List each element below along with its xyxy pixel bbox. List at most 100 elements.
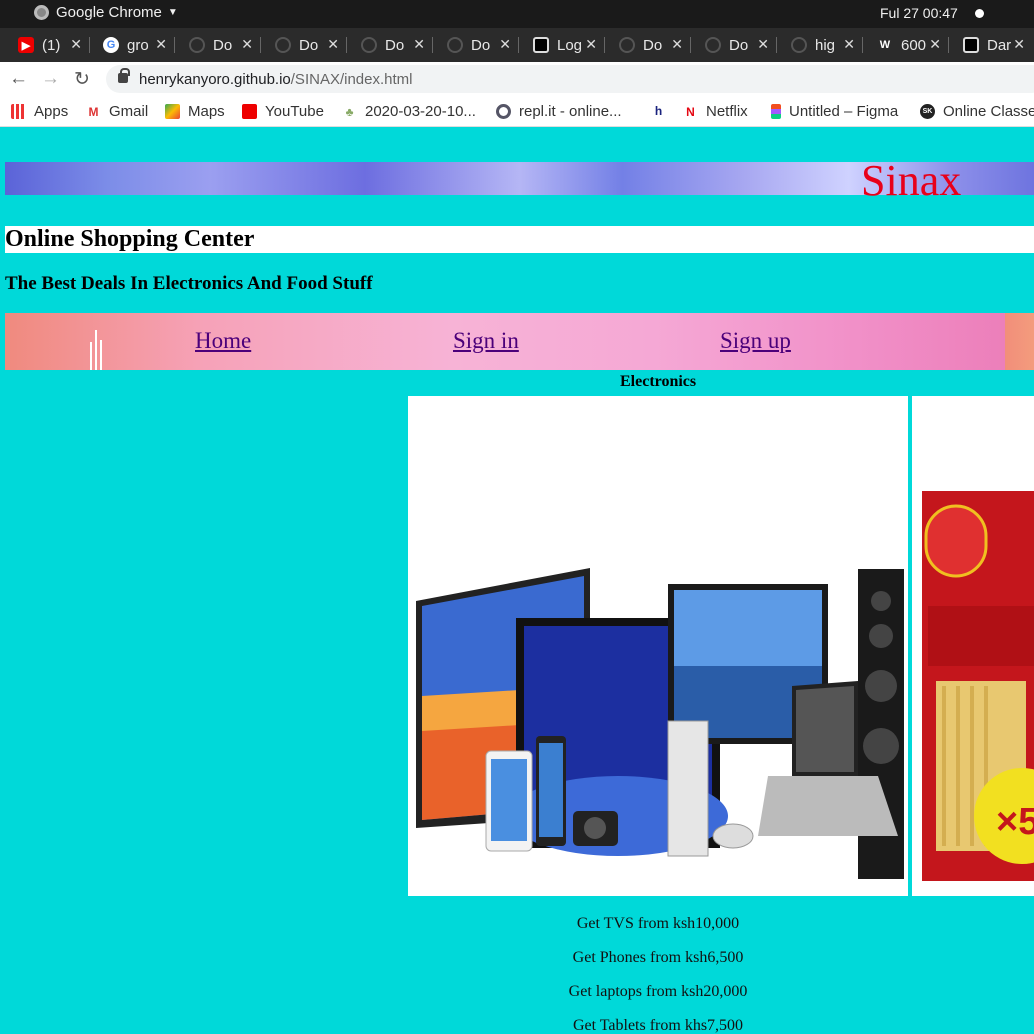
close-icon[interactable]: ✕ (585, 36, 597, 53)
tab-0[interactable]: ▶ (1) ✕ (18, 28, 90, 62)
sk-icon: SK (920, 104, 935, 119)
bookmark-maps[interactable]: Maps (165, 103, 225, 120)
url-path: /SINAX/index.html (290, 71, 413, 88)
heading-bar: Online Shopping Center (5, 226, 1034, 253)
tab-label: Log (557, 36, 583, 54)
close-icon[interactable]: ✕ (671, 36, 683, 53)
close-icon[interactable]: ✕ (413, 36, 425, 53)
bookmark-label: Maps (188, 103, 225, 120)
brand-banner: Sinax (5, 156, 1034, 205)
nav-link-home[interactable]: Home (195, 328, 251, 354)
repl-icon (496, 104, 511, 119)
github-icon (791, 37, 807, 53)
bookmark-apps[interactable]: Apps (11, 103, 68, 120)
bookmark-label: Netflix (706, 103, 748, 120)
active-app-menu[interactable]: Google Chrome ▼ (34, 4, 178, 21)
tab-6[interactable]: Log ✕ (533, 28, 605, 62)
apps-icon (11, 104, 26, 119)
tree-icon: ♣ (345, 104, 354, 119)
github-icon (275, 37, 291, 53)
tab-label: Do (213, 36, 233, 54)
nav-link-sign-up[interactable]: Sign up (720, 328, 791, 354)
forward-arrow-icon[interactable]: → (41, 68, 60, 90)
youtube-icon (242, 104, 257, 119)
bookmark-gmail[interactable]: M Gmail (86, 103, 149, 120)
tab-5[interactable]: Do ✕ (447, 28, 519, 62)
tab-2[interactable]: Do ✕ (189, 28, 261, 62)
gmail-icon: M (88, 104, 99, 119)
page-subheading: The Best Deals In Electronics And Food S… (5, 273, 373, 294)
page-heading: Online Shopping Center (5, 226, 255, 252)
chrome-icon (34, 5, 49, 20)
bookmark-netflix[interactable]: N Netflix (683, 103, 748, 120)
bookmark-label: Untitled – Figma (789, 103, 899, 120)
bookmark-figma[interactable]: Untitled – Figma (771, 103, 898, 120)
tab-7[interactable]: Do ✕ (619, 28, 691, 62)
tab-label: (1) (42, 36, 61, 54)
netflix-icon: N (686, 104, 695, 119)
food-illustration: ×5 (922, 491, 1034, 881)
nav-menu: Home Sign in Sign up (5, 313, 1005, 370)
nav-link-sign-in[interactable]: Sign in (453, 328, 519, 354)
bookmark-h[interactable]: h (651, 103, 674, 118)
youtube-icon: ▶ (18, 37, 34, 53)
tab-divider (862, 37, 863, 53)
tab-3[interactable]: Do ✕ (275, 28, 347, 62)
tab-9[interactable]: hig ✕ (791, 28, 863, 62)
close-icon[interactable]: ✕ (327, 36, 339, 53)
close-icon[interactable]: ✕ (1013, 36, 1025, 53)
bookmark-label: YouTube (265, 103, 324, 120)
close-icon[interactable]: ✕ (757, 36, 769, 53)
system-clock[interactable]: Ful 27 00:47 (880, 5, 958, 21)
bookmark-label: Gmail (109, 103, 149, 120)
address-bar[interactable]: henrykanyoro.github.io/SINAX/index.html (106, 65, 1034, 93)
tab-11[interactable]: Dar ✕ (963, 28, 1034, 62)
page-content: Sinax Online Shopping Center The Best De… (0, 128, 1034, 1034)
tab-1[interactable]: G gro ✕ (103, 28, 175, 62)
tab-8[interactable]: Do ✕ (705, 28, 777, 62)
deal-line-phones: Get Phones from ksh6,500 (572, 949, 744, 966)
bookmark-online-classes[interactable]: SK Online Classes (920, 103, 1034, 120)
food-badge: ×5 (996, 801, 1034, 843)
tab-label: 600 (901, 36, 927, 54)
tab-label: Do (385, 36, 405, 54)
close-icon[interactable]: ✕ (499, 36, 511, 53)
bookmark-repl[interactable]: repl.it - online... (496, 103, 622, 120)
electronics-illustration (416, 568, 904, 879)
bookmark-label: 2020-03-20-10... (365, 103, 476, 120)
url-text[interactable]: henrykanyoro.github.io/SINAX/index.html (139, 71, 412, 88)
back-arrow-icon[interactable]: ← (9, 68, 28, 90)
active-app-name: Google Chrome (56, 4, 162, 21)
bookmark-tree[interactable]: ♣ 2020-03-20-10... (342, 103, 476, 120)
url-host: henrykanyoro.github.io (139, 71, 291, 88)
close-icon[interactable]: ✕ (843, 36, 855, 53)
deal-line-tablets: Get Tablets from khs7,500 (572, 1017, 744, 1034)
site-icon (963, 37, 979, 53)
tab-divider (432, 37, 433, 53)
lock-icon[interactable] (118, 68, 130, 83)
tab-divider (776, 37, 777, 53)
deal-line-tvs: Get TVS from ksh10,000 (576, 915, 740, 932)
github-icon (619, 37, 635, 53)
bookmark-youtube[interactable]: YouTube (242, 103, 324, 120)
reload-icon[interactable]: ↻ (74, 68, 90, 91)
electronics-image (408, 396, 908, 896)
tab-4[interactable]: Do ✕ (361, 28, 433, 62)
close-icon[interactable]: ✕ (929, 36, 941, 53)
h-icon: h (654, 103, 663, 118)
tab-divider (346, 37, 347, 53)
nav-menu-edge (1005, 313, 1034, 370)
close-icon[interactable]: ✕ (70, 36, 82, 53)
tab-10[interactable]: W 600 ✕ (877, 28, 949, 62)
tab-divider (518, 37, 519, 53)
github-icon (705, 37, 721, 53)
close-icon[interactable]: ✕ (241, 36, 253, 53)
figma-icon (771, 104, 781, 119)
tab-label: gro (127, 36, 149, 54)
tab-divider (604, 37, 605, 53)
browser-toolbar: ← → ↻ henrykanyoro.github.io/SINAX/index… (0, 62, 1034, 96)
tab-divider (174, 37, 175, 53)
close-icon[interactable]: ✕ (155, 36, 167, 53)
tab-label: Do (471, 36, 491, 54)
tab-label: Do (643, 36, 663, 54)
